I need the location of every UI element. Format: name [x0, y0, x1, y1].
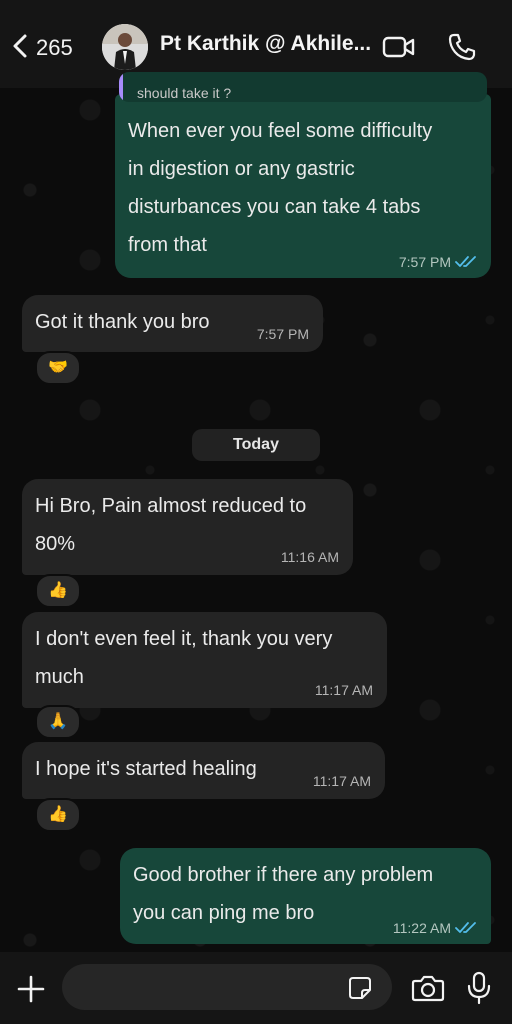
message-bubble-incoming[interactable]: I hope it's started healing 11:17 AM: [22, 742, 385, 799]
message-meta: 11:22 AM: [393, 920, 477, 936]
message-input[interactable]: [62, 964, 392, 1010]
microphone-icon[interactable]: [466, 971, 492, 1005]
quoted-text: should take it ?: [137, 85, 232, 101]
quote-accent-bar: [119, 72, 123, 102]
message-meta: 7:57 PM: [257, 326, 309, 342]
message-meta: 11:16 AM: [281, 549, 339, 565]
message-bubble-incoming[interactable]: Hi Bro, Pain almost reduced to 80% 11:16…: [22, 479, 353, 575]
plus-icon[interactable]: [16, 974, 46, 1004]
message-bubble-incoming[interactable]: Got it thank you bro 7:57 PM: [22, 295, 323, 352]
message-time: 11:22 AM: [392, 920, 451, 936]
message-bubble-incoming[interactable]: I don't even feel it, thank you very muc…: [22, 612, 387, 708]
message-text: Hi Bro, Pain almost reduced to: [35, 495, 307, 517]
message-text: Good brother if there any problem: [133, 864, 434, 886]
back-button[interactable]: 265: [10, 30, 73, 66]
message-meta: 11:17 AM: [313, 773, 371, 789]
message-meta: 7:57 PM: [399, 254, 477, 270]
message-text: disturbances you can take 4 tabs: [128, 196, 421, 218]
double-check-icon: [455, 255, 477, 269]
reaction-badge[interactable]: 🙏: [35, 705, 81, 739]
quoted-reply[interactable]: should take it ?: [119, 72, 487, 102]
avatar[interactable]: [102, 24, 148, 70]
reaction-badge[interactable]: 🤝: [35, 351, 81, 385]
camera-icon[interactable]: [411, 973, 445, 1003]
message-time: 11:16 AM: [280, 549, 339, 565]
message-meta: 11:17 AM: [315, 682, 373, 698]
message-text: in digestion or any gastric: [128, 158, 355, 180]
reaction-badge[interactable]: 👍: [35, 574, 81, 608]
message-time: 11:17 AM: [312, 773, 371, 789]
chevron-left-icon: [10, 33, 32, 64]
message-bubble-outgoing[interactable]: should take it ? When ever you feel some…: [115, 72, 491, 278]
video-call-icon[interactable]: [382, 35, 416, 59]
date-separator: Today: [192, 429, 320, 461]
contact-name[interactable]: Pt Karthik @ Akhile...: [160, 32, 375, 62]
sticker-icon[interactable]: [348, 976, 372, 1000]
double-check-icon: [455, 921, 477, 935]
message-text: I don't even feel it, thank you very: [35, 628, 333, 650]
message-time: 7:57 PM: [398, 254, 451, 270]
message-text: When ever you feel some difficulty: [128, 120, 433, 142]
phone-icon[interactable]: [447, 32, 477, 62]
message-time: 7:57 PM: [256, 326, 309, 342]
message-bubble-outgoing[interactable]: Good brother if there any problem you ca…: [120, 848, 491, 944]
reaction-badge[interactable]: 👍: [35, 798, 81, 832]
message-time: 11:17 AM: [314, 682, 373, 698]
unread-count: 265: [36, 35, 73, 60]
